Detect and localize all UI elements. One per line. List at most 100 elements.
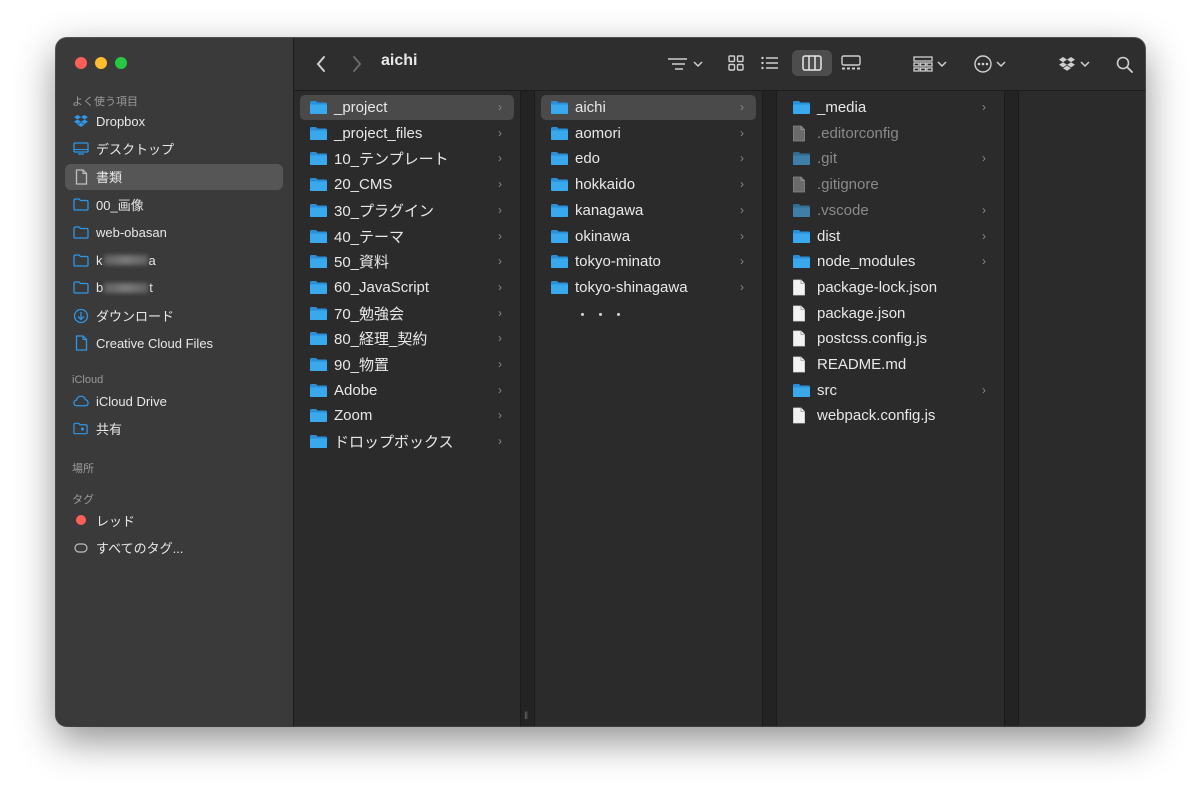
folder-item[interactable]: hokkaido ›: [541, 172, 756, 197]
folder-icon: [792, 382, 812, 398]
folder-item[interactable]: edo ›: [541, 146, 756, 171]
grid-icon: [728, 55, 744, 71]
chevron-right-icon: ›: [740, 125, 744, 140]
sidebar-item-sidebar-favorites-1[interactable]: デスクトップ: [65, 136, 283, 162]
list-bullets-icon: [668, 58, 687, 70]
sidebar-item-sidebar-favorites-7[interactable]: ダウンロード: [65, 303, 283, 329]
folder-item[interactable]: .vscode ›: [783, 198, 998, 223]
column-resize-handle[interactable]: ‖: [524, 711, 528, 722]
chevron-right-icon: ›: [982, 151, 986, 166]
folder-item[interactable]: .git ›: [783, 146, 998, 171]
minimize-button[interactable]: [95, 57, 107, 69]
folder-item[interactable]: 50_資料 ›: [300, 249, 514, 274]
folder-item[interactable]: 10_テンプレート ›: [300, 146, 514, 171]
close-button[interactable]: [75, 57, 87, 69]
folder-item[interactable]: 80_経理_契約 ›: [300, 326, 514, 351]
favorites-section-title: よく使う項目: [72, 96, 138, 108]
sidebar-item-sidebar-favorites-2[interactable]: 書類: [65, 163, 283, 190]
dropbox-icon: [1059, 57, 1075, 71]
action-menu-button[interactable]: [970, 38, 1010, 90]
folder-icon: [550, 100, 570, 116]
dropbox-menu-button[interactable]: [1054, 38, 1094, 90]
sidebar-item-label: 書類: [96, 170, 123, 186]
download-icon: [73, 308, 89, 324]
file-item[interactable]: package-lock.json: [783, 275, 998, 300]
file-item[interactable]: webpack.config.js: [783, 403, 998, 428]
folder-item[interactable]: tokyo-minato ›: [541, 249, 756, 274]
item-name: aomori: [575, 124, 621, 142]
file-icon: [792, 279, 812, 296]
sidebar-item-sidebar-tags-0[interactable]: レッド: [65, 507, 283, 533]
folder-item[interactable]: _project_files ›: [300, 121, 514, 146]
folder-item[interactable]: okinawa ›: [541, 224, 756, 249]
column-divider[interactable]: [1004, 91, 1019, 726]
sidebar-item-sidebar-icloud-1[interactable]: 共有: [65, 416, 283, 442]
toolbar: aichi: [294, 38, 1145, 91]
folder-item[interactable]: dist ›: [783, 224, 998, 249]
folder-item[interactable]: aomori ›: [541, 121, 756, 146]
folder-item[interactable]: node_modules ›: [783, 249, 998, 274]
forward-button[interactable]: [342, 38, 372, 90]
sidebar-item-sidebar-tags-1[interactable]: すべてのタグ...: [65, 535, 283, 561]
item-name: tokyo-shinagawa: [575, 278, 688, 296]
file-item[interactable]: postcss.config.js: [783, 326, 998, 351]
folder-icon: [550, 279, 570, 295]
folder-item[interactable]: aichi ›: [541, 95, 756, 120]
sidebar-item-sidebar-icloud-0[interactable]: iCloud Drive: [65, 388, 283, 414]
item-name: 60_JavaScript: [334, 278, 430, 296]
chevron-right-icon: ›: [498, 382, 502, 397]
item-name: 80_経理_契約: [334, 331, 428, 349]
chevron-down-icon: [693, 61, 703, 68]
item-name: package.json: [817, 304, 906, 322]
file-item[interactable]: package.json: [783, 301, 998, 326]
file-item[interactable]: .gitignore: [783, 172, 998, 197]
window-controls: [75, 57, 127, 69]
sidebar-item-sidebar-favorites-4[interactable]: web-obasan: [65, 219, 283, 245]
file-icon: [792, 407, 812, 424]
chevron-right-icon: ›: [498, 408, 502, 423]
gallery-view-button[interactable]: [836, 50, 866, 76]
folder-item[interactable]: _media ›: [783, 95, 998, 120]
folder-item[interactable]: 90_物置 ›: [300, 352, 514, 377]
sidebar-item-sidebar-favorites-0[interactable]: Dropbox: [65, 108, 283, 134]
chevron-right-icon: ›: [982, 100, 986, 114]
folder-item[interactable]: 20_CMS ›: [300, 172, 514, 197]
search-icon: [1116, 56, 1133, 73]
folder-item[interactable]: 40_テーマ ›: [300, 224, 514, 249]
folder-item[interactable]: Zoom ›: [300, 403, 514, 428]
ellipsis-circle-icon: [974, 55, 992, 73]
file-item[interactable]: README.md: [783, 352, 998, 377]
folder-item[interactable]: 30_プラグイン ›: [300, 198, 514, 223]
column-divider[interactable]: [520, 91, 535, 726]
sidebar: よく使う項目 iCloud 場所 タグ Dropbox デスクトップ 書類 00_画像…: [56, 38, 294, 726]
sidebar-item-sidebar-favorites-5[interactable]: ka: [65, 247, 283, 273]
sidebar-item-label: すべてのタグ...: [96, 541, 184, 557]
chevron-right-icon: ›: [740, 254, 744, 269]
folder-item[interactable]: 60_JavaScript ›: [300, 275, 514, 300]
sidebar-item-label: Creative Cloud Files: [96, 335, 214, 351]
zoom-button[interactable]: [115, 57, 127, 69]
item-name: 90_物置: [334, 357, 390, 374]
folder-item[interactable]: Adobe ›: [300, 378, 514, 403]
icon-view-button[interactable]: [721, 50, 751, 76]
search-button[interactable]: [1106, 38, 1142, 90]
sidebar-item-sidebar-favorites-3[interactable]: 00_画像: [65, 191, 283, 217]
folder-item[interactable]: _project ›: [300, 95, 514, 120]
folder-item[interactable]: kanagawa ›: [541, 198, 756, 223]
sidebar-item-sidebar-favorites-6[interactable]: bt: [65, 275, 283, 301]
red-tag-icon: [73, 512, 89, 528]
folder-item[interactable]: src ›: [783, 378, 998, 403]
column-divider[interactable]: [762, 91, 777, 726]
folder-icon: [309, 434, 329, 450]
folder-icon: [73, 196, 89, 212]
sidebar-item-sidebar-favorites-8[interactable]: Creative Cloud Files: [65, 330, 283, 356]
group-by-button[interactable]: [664, 38, 706, 90]
column-view-button[interactable]: [792, 50, 832, 76]
folder-item[interactable]: 70_勉強会 ›: [300, 301, 514, 326]
file-item[interactable]: .editorconfig: [783, 121, 998, 146]
back-button[interactable]: [306, 38, 336, 90]
arrange-button[interactable]: [910, 38, 950, 90]
list-view-button[interactable]: [755, 50, 785, 76]
folder-item[interactable]: tokyo-shinagawa ›: [541, 275, 756, 300]
folder-item[interactable]: ドロップボックス ›: [300, 429, 514, 454]
